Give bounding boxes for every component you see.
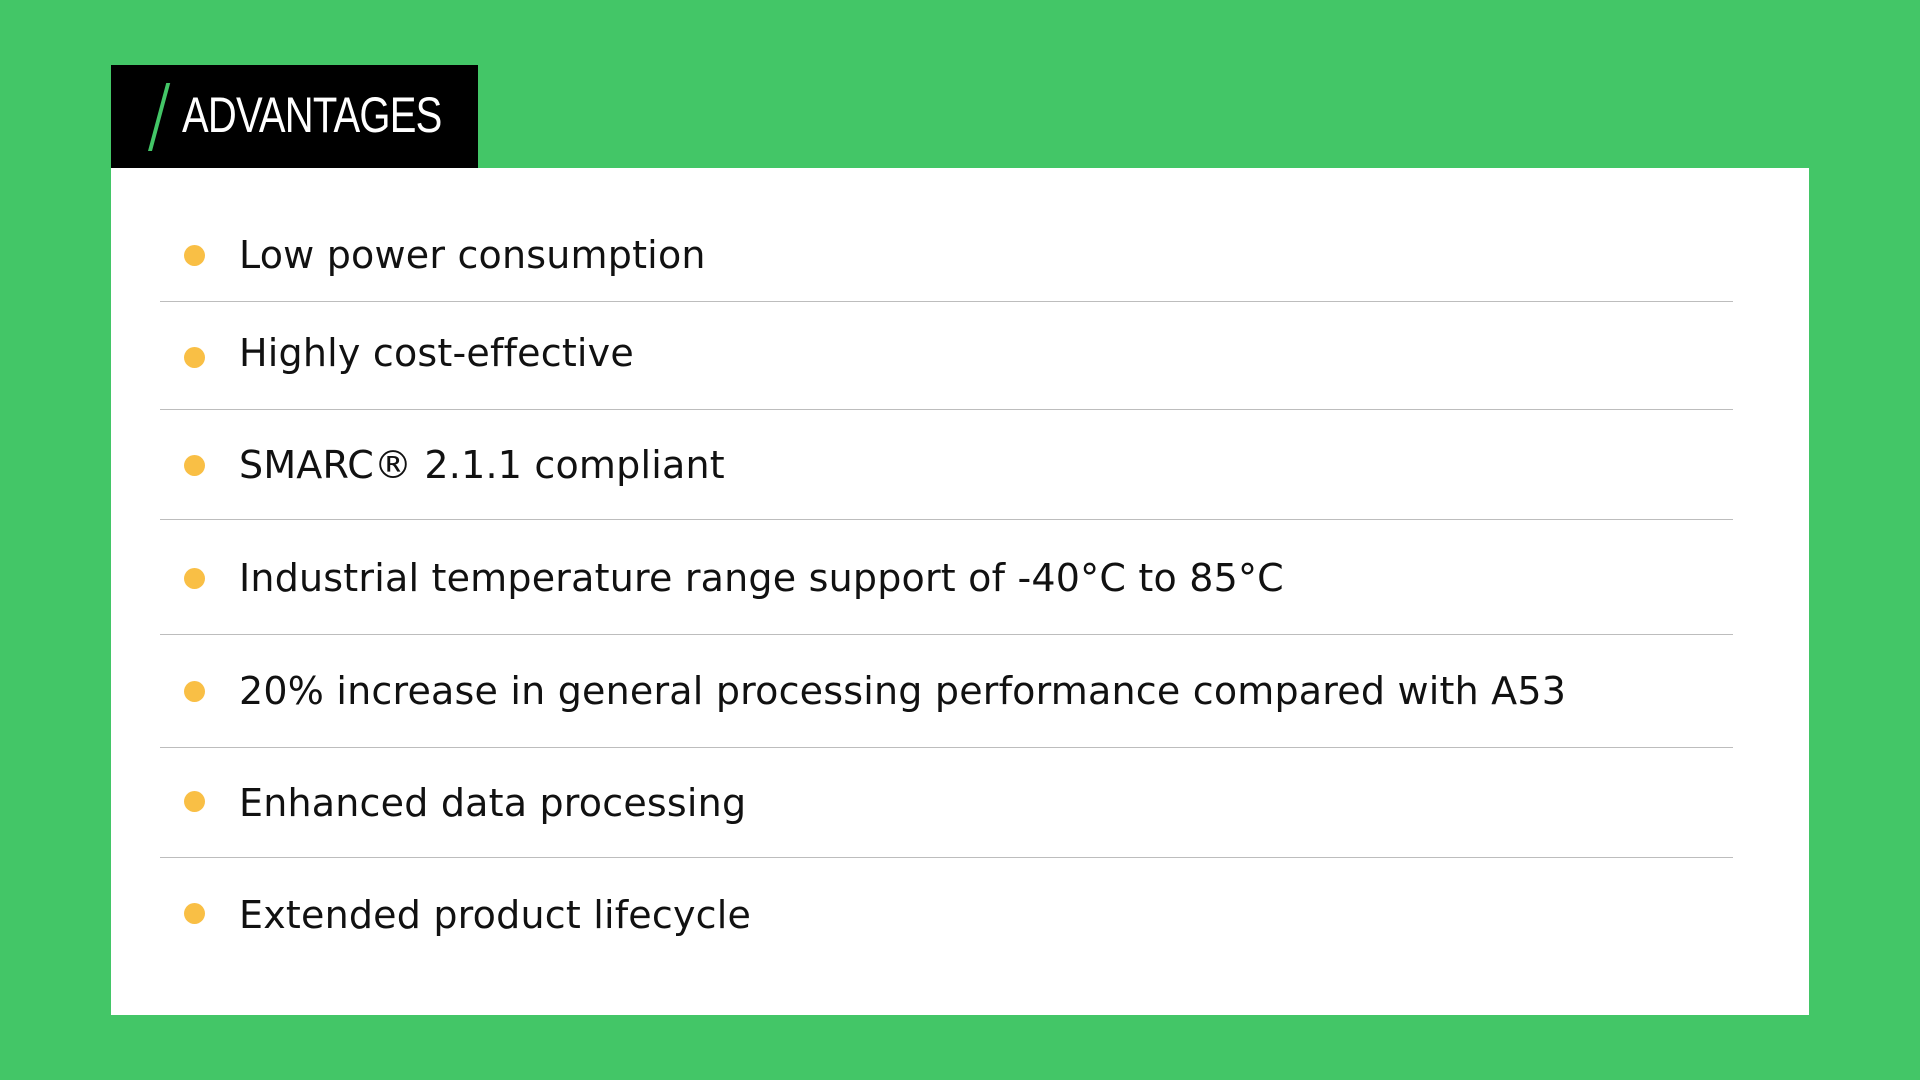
list-item: 20% increase in general processing perfo… bbox=[160, 667, 1733, 715]
page-title: ADVANTAGES bbox=[182, 87, 442, 143]
list-item: Extended product lifecycle bbox=[160, 891, 1733, 939]
bullet-icon bbox=[184, 455, 205, 476]
list-item: SMARC® 2.1.1 compliant bbox=[160, 441, 1733, 489]
bullet-icon bbox=[184, 903, 205, 924]
list-item: Low power consumption bbox=[160, 231, 1733, 279]
divider bbox=[160, 519, 1733, 520]
list-item: Enhanced data processing bbox=[160, 779, 1733, 827]
list-item-label: Low power consumption bbox=[239, 233, 706, 277]
divider bbox=[160, 857, 1733, 858]
list-item-label: Highly cost-effective bbox=[239, 331, 634, 375]
list-item-label: SMARC® 2.1.1 compliant bbox=[239, 443, 725, 487]
list-item: Highly cost-effective bbox=[160, 329, 1733, 377]
divider bbox=[160, 747, 1733, 748]
list-item-label: Enhanced data processing bbox=[239, 781, 747, 825]
divider bbox=[160, 301, 1733, 302]
bullet-icon bbox=[184, 791, 205, 812]
bullet-icon bbox=[184, 245, 205, 266]
list-item: Industrial temperature range support of … bbox=[160, 554, 1733, 602]
bullet-icon bbox=[184, 347, 205, 368]
list-item-label: Extended product lifecycle bbox=[239, 893, 752, 937]
bullet-icon bbox=[184, 681, 205, 702]
divider bbox=[160, 634, 1733, 635]
divider bbox=[160, 409, 1733, 410]
list-item-label: 20% increase in general processing perfo… bbox=[239, 669, 1567, 713]
list-item-label: Industrial temperature range support of … bbox=[239, 556, 1284, 600]
bullet-icon bbox=[184, 568, 205, 589]
